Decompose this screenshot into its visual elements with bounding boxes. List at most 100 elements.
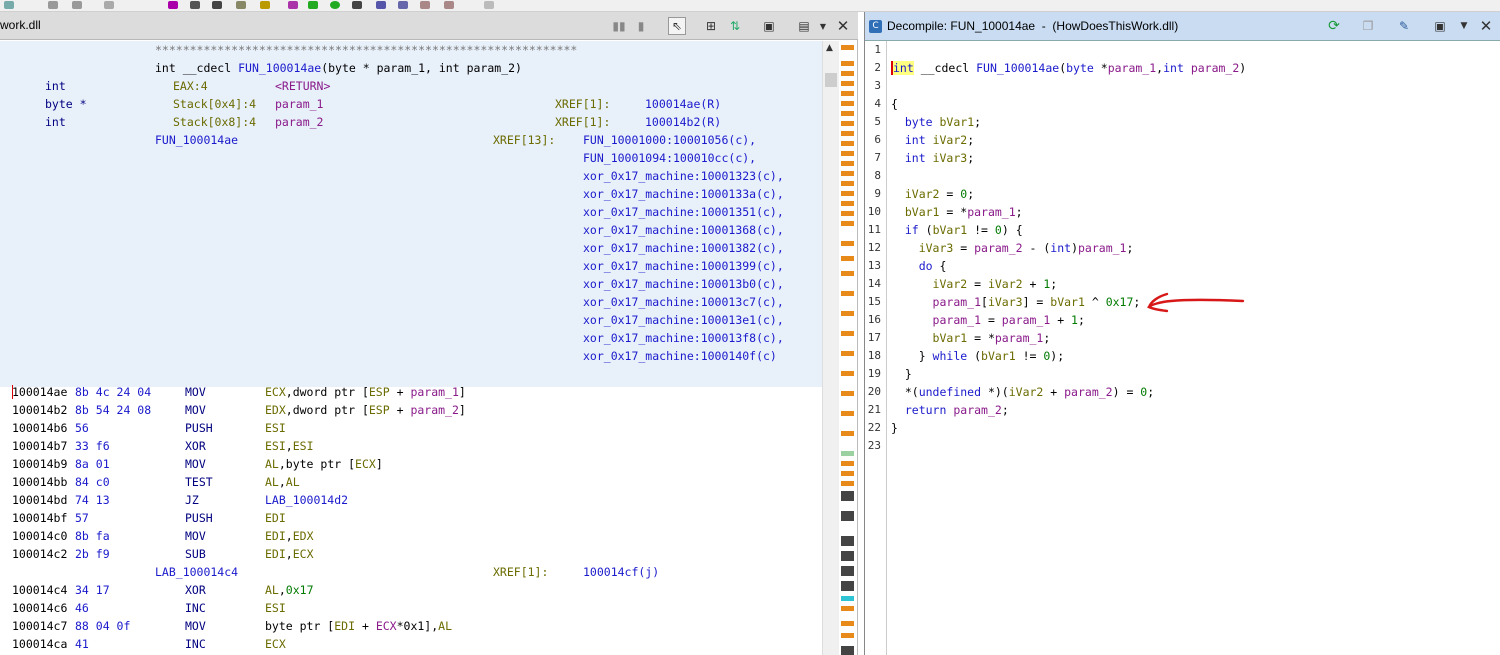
instruction-row[interactable]: 100014c7 88 04 0f MOV byte ptr [EDI + ECX*0… [0, 617, 822, 635]
overview-marker[interactable] [841, 471, 854, 476]
close-icon[interactable]: ✕ [834, 17, 852, 35]
toolbar-tool-icon[interactable] [444, 1, 454, 9]
overview-marker[interactable] [841, 161, 854, 166]
xref-link[interactable]: xor_0x17_machine:1000140f(c) [583, 347, 777, 365]
xref-link[interactable]: 100014cf(j) [583, 563, 659, 581]
xref-link[interactable]: xor_0x17_machine:10001351(c), [583, 203, 784, 221]
xref-link[interactable]: xor_0x17_machine:10001368(c), [583, 221, 784, 239]
overview-marker[interactable] [841, 111, 854, 116]
toolbar-tool-icon[interactable] [212, 1, 222, 9]
code-line-7[interactable]: int iVar3; [891, 149, 974, 167]
overview-marker[interactable] [841, 61, 854, 66]
xref-link[interactable]: xor_0x17_machine:100013e1(c), [583, 311, 784, 329]
instruction-row[interactable]: 100014b6 56 PUSH ESI [0, 419, 822, 437]
overview-marker[interactable] [841, 481, 854, 486]
code-line-5[interactable]: byte bVar1; [891, 113, 981, 131]
decompiled-code[interactable]: int __cdecl FUN_100014ae(byte *param_1,i… [891, 41, 1491, 655]
overview-marker[interactable] [841, 411, 854, 416]
code-line-9[interactable]: iVar2 = 0; [891, 185, 974, 203]
xref-link[interactable]: xor_0x17_machine:100013f8(c), [583, 329, 784, 347]
instruction-row[interactable]: 100014bb 84 c0 TEST AL,AL [0, 473, 822, 491]
toolbar-tool-icon[interactable] [398, 1, 408, 9]
refresh-icon[interactable]: ⟳ [1325, 17, 1343, 35]
snapshot-icon[interactable]: ▣ [1431, 17, 1449, 35]
overview-marker[interactable] [841, 291, 854, 296]
edit-icon[interactable]: ✎ [1395, 17, 1413, 35]
xref-link[interactable]: xor_0x17_machine:10001382(c), [583, 239, 784, 257]
overview-marker[interactable] [841, 311, 854, 316]
overview-marker[interactable] [841, 491, 854, 501]
instruction-row[interactable]: 100014c4 34 17 XOR AL,0x17 [0, 581, 822, 599]
overview-marker[interactable] [841, 371, 854, 376]
xref-link[interactable]: xor_0x17_machine:100013c7(c), [583, 293, 784, 311]
overview-marker[interactable] [841, 451, 854, 456]
toolbar-tool-icon[interactable] [168, 1, 178, 9]
instruction-row[interactable]: 100014c0 8b fa MOV EDI,EDX [0, 527, 822, 545]
overview-marker[interactable] [841, 351, 854, 356]
code-line-13[interactable]: do { [891, 257, 947, 275]
code-line-18[interactable]: } while (bVar1 != 0); [891, 347, 1064, 365]
code-line-17[interactable]: bVar1 = *param_1; [891, 329, 1051, 347]
overview-bar[interactable] [839, 41, 857, 655]
instruction-row[interactable]: 100014b7 33 f6 XOR ESI,ESI [0, 437, 822, 455]
code-line-21[interactable]: return param_2; [891, 401, 1009, 419]
toolbar-tool-icon[interactable] [484, 1, 494, 9]
xref-link[interactable]: 100014ae(R) [645, 95, 721, 113]
xref-link[interactable]: 100014b2(R) [645, 113, 721, 131]
function-signature[interactable]: int __cdecl FUN_100014ae(byte * param_1,… [155, 59, 522, 77]
overview-marker[interactable] [841, 551, 854, 561]
overview-marker[interactable] [841, 131, 854, 136]
instruction-row[interactable]: 100014b2 8b 54 24 08 MOV EDX,dword ptr [ESP… [0, 401, 822, 419]
toolbar-tool-icon[interactable] [376, 1, 386, 9]
overview-marker[interactable] [841, 91, 854, 96]
instruction-row[interactable]: 100014bf 57 PUSH EDI [0, 509, 822, 527]
overview-marker[interactable] [841, 45, 854, 50]
xref-link[interactable]: xor_0x17_machine:10001323(c), [583, 167, 784, 185]
camera-icon[interactable]: ▣ [760, 17, 778, 35]
overview-marker[interactable] [841, 331, 854, 336]
code-line-15[interactable]: param_1[iVar3] = bVar1 ^ 0x17; [891, 293, 1141, 311]
overview-marker[interactable] [841, 581, 854, 591]
export-icon[interactable]: ⊞ [702, 17, 720, 35]
overview-marker[interactable] [841, 256, 854, 261]
toolbar-tool-icon[interactable] [72, 1, 82, 9]
toolbar-tool-icon[interactable] [104, 1, 114, 9]
overview-marker[interactable] [841, 221, 854, 226]
overview-marker[interactable] [841, 181, 854, 186]
toolbar-tool-icon[interactable] [352, 1, 362, 9]
overview-marker[interactable] [841, 171, 854, 176]
code-line-2[interactable]: int __cdecl FUN_100014ae(byte *param_1,i… [891, 59, 1246, 77]
xref-link[interactable]: FUN_10001094:100010cc(c), [583, 149, 756, 167]
overview-marker[interactable] [841, 101, 854, 106]
overview-marker[interactable] [841, 536, 854, 546]
overview-marker[interactable] [841, 141, 854, 146]
toolbar-tool-icon[interactable] [236, 1, 246, 9]
overview-marker[interactable] [841, 606, 854, 611]
xref-link[interactable]: xor_0x17_machine:1000133a(c), [583, 185, 784, 203]
listing-scrollbar[interactable]: ▲ [822, 41, 839, 655]
instruction-row[interactable]: 100014c2 2b f9 SUB EDI,ECX [0, 545, 822, 563]
overview-marker[interactable] [841, 633, 854, 638]
instruction-row[interactable]: 100014c6 46 INC ESI [0, 599, 822, 617]
code-line-11[interactable]: if (bVar1 != 0) { [891, 221, 1023, 239]
chevron-down-icon[interactable]: ▼ [814, 17, 832, 35]
overview-marker[interactable] [841, 596, 854, 601]
instruction-row[interactable]: 100014ca 41 INC ECX [0, 635, 822, 653]
toolbar-tool-icon[interactable] [420, 1, 430, 9]
scroll-up-arrow[interactable]: ▲ [826, 43, 833, 53]
overview-marker[interactable] [841, 646, 854, 655]
overview-marker[interactable] [841, 621, 854, 626]
code-line-4[interactable]: { [891, 95, 898, 113]
copy-icon[interactable]: ▮▮ [610, 17, 628, 35]
scroll-thumb[interactable] [825, 73, 837, 87]
code-line-10[interactable]: bVar1 = *param_1; [891, 203, 1023, 221]
overview-marker[interactable] [841, 71, 854, 76]
overview-marker[interactable] [841, 201, 854, 206]
toolbar-tool-icon[interactable] [190, 1, 200, 9]
layout-icon[interactable]: ▤ [795, 17, 813, 35]
toolbar-tool-icon[interactable] [288, 1, 298, 9]
overview-marker[interactable] [841, 241, 854, 246]
overview-marker[interactable] [841, 461, 854, 466]
toolbar-tool-icon[interactable] [48, 1, 58, 9]
toolbar-tool-icon[interactable] [260, 1, 270, 9]
